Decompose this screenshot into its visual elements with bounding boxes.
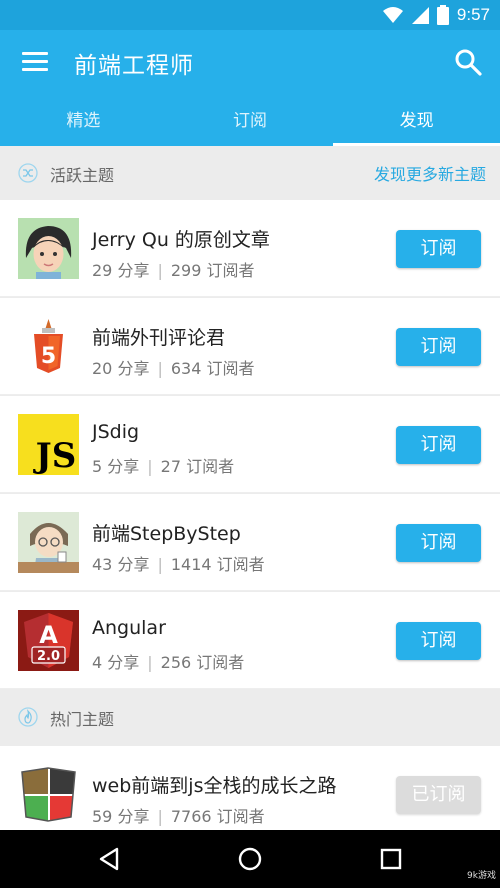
item-meta: 59 分享 | 7766 订阅者 bbox=[92, 807, 265, 826]
tab-discover[interactable]: 发现 bbox=[333, 96, 500, 146]
watermark: 9k游戏 bbox=[467, 871, 496, 881]
item-meta: 29 分享 | 299 订阅者 bbox=[92, 261, 255, 280]
subscribe-button[interactable]: 订阅 bbox=[396, 524, 481, 562]
avatar bbox=[18, 512, 79, 573]
status-bar: 9:57 bbox=[0, 0, 500, 30]
status-time: 9:57 bbox=[456, 5, 490, 24]
wifi-icon bbox=[382, 7, 403, 23]
angular-version: 2.0 bbox=[37, 649, 60, 664]
shuffle-icon bbox=[18, 163, 38, 183]
status-icons: 9:57 bbox=[382, 5, 490, 25]
subscribe-button[interactable]: 订阅 bbox=[396, 328, 481, 366]
menu-icon[interactable] bbox=[22, 52, 48, 74]
tab-featured[interactable]: 精选 bbox=[0, 96, 167, 146]
active-topics-header: 活跃主题 发现更多新主题 bbox=[0, 146, 500, 200]
avatar: JS bbox=[18, 414, 79, 475]
subscribe-button[interactable]: 订阅 bbox=[396, 426, 481, 464]
html5-badge-text: 5 bbox=[41, 344, 56, 369]
angular-letter: A bbox=[39, 621, 58, 649]
list-item[interactable]: 前端StepByStep 43 分享 | 1414 订阅者 订阅 bbox=[0, 494, 500, 591]
subscribe-button[interactable]: 订阅 bbox=[396, 622, 481, 660]
system-nav-bar: 9k游戏 bbox=[0, 830, 500, 888]
item-name: 前端StepByStep bbox=[92, 523, 241, 545]
js-logo-text: JS bbox=[33, 436, 77, 475]
item-name: Jerry Qu 的原创文章 bbox=[92, 229, 270, 251]
battery-icon bbox=[436, 5, 449, 25]
list-item[interactable]: web前端到js全栈的成长之路 59 分享 | 7766 订阅者 已订阅 bbox=[0, 746, 500, 830]
recent-apps-icon[interactable] bbox=[376, 844, 406, 874]
item-meta: 5 分享 | 27 订阅者 bbox=[92, 457, 235, 476]
section-title-active: 活跃主题 bbox=[50, 166, 115, 185]
home-icon[interactable] bbox=[235, 844, 265, 874]
section-title-hot: 热门主题 bbox=[50, 710, 115, 729]
app-bar: 前端工程师 bbox=[0, 30, 500, 96]
item-name: 前端外刊评论君 bbox=[92, 327, 226, 349]
item-name: JSdig bbox=[92, 421, 140, 443]
list-item[interactable]: A 2.0 Angular 4 分享 | 256 订阅者 订阅 bbox=[0, 592, 500, 689]
item-name: Angular bbox=[92, 617, 166, 639]
list-item[interactable]: JS JSdig 5 分享 | 27 订阅者 订阅 bbox=[0, 396, 500, 493]
avatar: A 2.0 bbox=[18, 610, 79, 671]
list-item[interactable]: 5 前端外刊评论君 20 分享 | 634 订阅者 订阅 bbox=[0, 298, 500, 395]
avatar bbox=[18, 218, 79, 279]
item-name: web前端到js全栈的成长之路 bbox=[92, 775, 337, 797]
hot-topics-header: 热门主题 bbox=[0, 690, 500, 746]
item-meta: 20 分享 | 634 订阅者 bbox=[92, 359, 255, 378]
subscribe-button[interactable]: 订阅 bbox=[396, 230, 481, 268]
subscribed-button[interactable]: 已订阅 bbox=[396, 776, 481, 814]
list-item[interactable]: Jerry Qu 的原创文章 29 分享 | 299 订阅者 订阅 bbox=[0, 200, 500, 297]
back-icon[interactable] bbox=[95, 844, 125, 874]
flame-icon bbox=[18, 707, 38, 727]
item-meta: 43 分享 | 1414 订阅者 bbox=[92, 555, 265, 574]
signal-icon bbox=[411, 7, 429, 24]
avatar bbox=[18, 764, 79, 825]
tab-subscriptions[interactable]: 订阅 bbox=[167, 96, 334, 146]
page-title: 前端工程师 bbox=[74, 53, 194, 79]
search-icon[interactable] bbox=[454, 48, 482, 76]
discover-more-link[interactable]: 发现更多新主题 bbox=[374, 161, 486, 185]
avatar: 5 bbox=[18, 316, 79, 377]
tab-bar: 精选 订阅 发现 bbox=[0, 96, 500, 146]
item-meta: 4 分享 | 256 订阅者 bbox=[92, 653, 245, 672]
